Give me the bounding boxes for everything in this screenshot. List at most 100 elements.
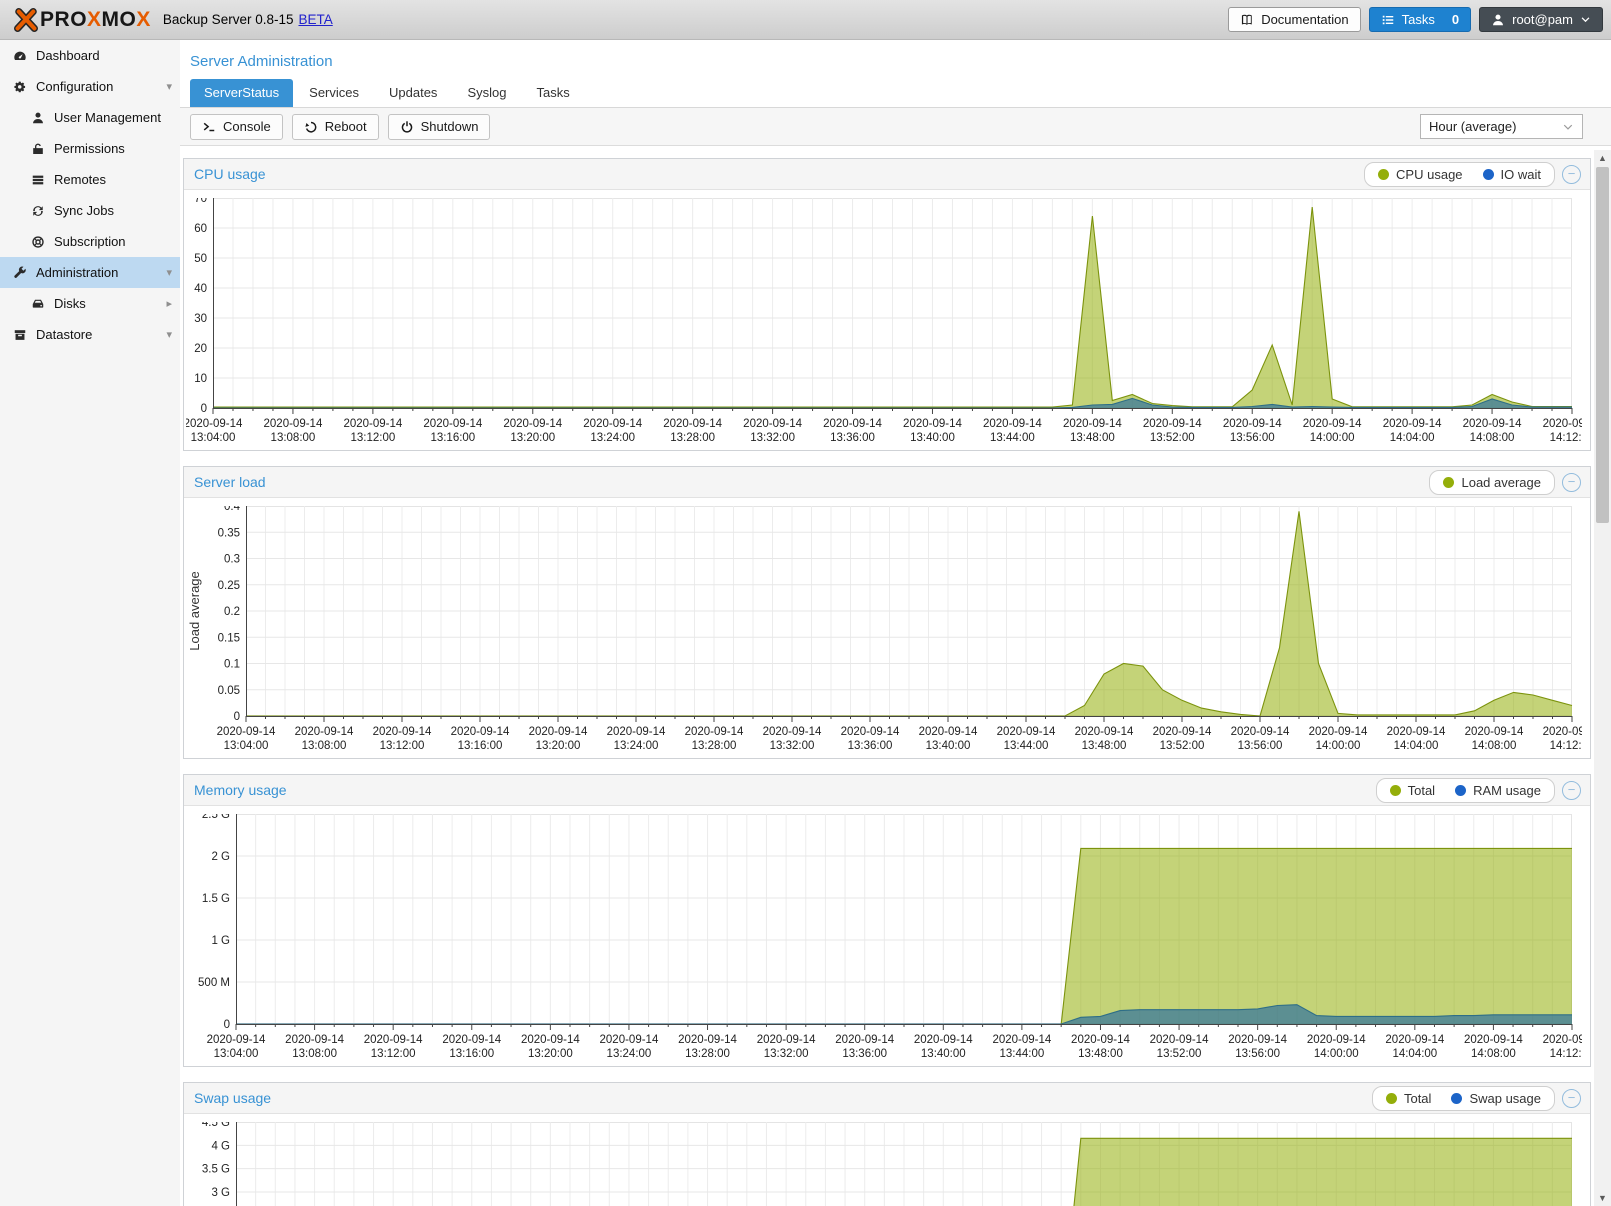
svg-text:2020-09-14: 2020-09-14 [1228, 1034, 1287, 1046]
legend-item[interactable]: CPU usage [1378, 167, 1462, 182]
tab-tasks[interactable]: Tasks [522, 79, 583, 107]
sidebar-item-permissions[interactable]: Permissions [0, 133, 180, 164]
sidebar-item-administration[interactable]: Administration ▾ [0, 257, 180, 288]
svg-text:2020-09-14: 2020-09-14 [264, 418, 323, 430]
svg-text:2020-09-14: 2020-09-14 [1543, 1034, 1582, 1046]
svg-text:2020-09-14: 2020-09-14 [217, 726, 276, 738]
panel-header: CPU usage CPU usage IO wait − [184, 159, 1590, 190]
legend-dot [1378, 169, 1389, 180]
sidebar-item-label: Sync Jobs [54, 203, 172, 218]
svg-text:2020-09-14: 2020-09-14 [1543, 726, 1582, 738]
shutdown-button[interactable]: Shutdown [388, 114, 491, 140]
svg-text:13:48:00: 13:48:00 [1070, 432, 1115, 444]
svg-text:2020-09-14: 2020-09-14 [914, 1034, 973, 1046]
svg-text:2020-09-14: 2020-09-14 [364, 1034, 423, 1046]
timeframe-select[interactable]: Hour (average) [1420, 114, 1583, 139]
svg-text:2020-09-14: 2020-09-14 [1223, 418, 1282, 430]
svg-text:2020-09-14: 2020-09-14 [600, 1034, 659, 1046]
svg-text:2020-09-14: 2020-09-14 [1383, 418, 1442, 430]
svg-text:13:04:00: 13:04:00 [224, 740, 269, 752]
user-menu-button[interactable]: root@pam [1479, 7, 1603, 32]
legend-item[interactable]: Total [1386, 1091, 1431, 1106]
legend-dot [1451, 1093, 1462, 1104]
svg-text:2020-09-14: 2020-09-14 [503, 418, 562, 430]
svg-text:2020-09-14: 2020-09-14 [1543, 418, 1582, 430]
sidebar-item-sync-jobs[interactable]: Sync Jobs [0, 195, 180, 226]
svg-text:500 M: 500 M [198, 977, 230, 989]
unlock-icon [31, 142, 45, 156]
svg-text:30: 30 [194, 313, 207, 325]
svg-text:13:20:00: 13:20:00 [536, 740, 581, 752]
svg-text:13:48:00: 13:48:00 [1078, 1048, 1123, 1060]
sidebar-item-label: Configuration [36, 79, 157, 94]
documentation-button[interactable]: Documentation [1228, 7, 1360, 32]
tab-serverstatus[interactable]: ServerStatus [190, 79, 293, 107]
collapse-panel-icon[interactable]: − [1562, 1089, 1581, 1108]
scroll-down-arrow[interactable]: ▼ [1594, 1190, 1611, 1206]
tasks-count-badge: 0 [1452, 12, 1459, 27]
svg-text:13:16:00: 13:16:00 [449, 1048, 494, 1060]
sidebar-item-datastore[interactable]: Datastore ▾ [0, 319, 180, 350]
sidebar-item-remotes[interactable]: Remotes [0, 164, 180, 195]
scrollbar-thumb[interactable] [1596, 167, 1609, 523]
legend-item[interactable]: IO wait [1483, 167, 1541, 182]
svg-text:13:52:00: 13:52:00 [1150, 432, 1195, 444]
gears-icon [13, 80, 27, 94]
svg-text:2020-09-14: 2020-09-14 [1231, 726, 1290, 738]
legend-label: Total [1404, 1091, 1431, 1106]
legend-dot [1386, 1093, 1397, 1104]
svg-text:2020-09-14: 2020-09-14 [186, 418, 243, 430]
svg-text:14:04:00: 14:04:00 [1394, 740, 1439, 752]
reboot-button[interactable]: Reboot [292, 114, 379, 140]
svg-text:2020-09-14: 2020-09-14 [207, 1034, 266, 1046]
sidebar-item-dashboard[interactable]: Dashboard [0, 40, 180, 71]
collapse-panel-icon[interactable]: − [1562, 165, 1581, 184]
sidebar: Dashboard Configuration ▾ User Managemen… [0, 40, 180, 1206]
svg-text:14:08:00: 14:08:00 [1471, 1048, 1516, 1060]
caret-down-icon: ▾ [166, 328, 172, 341]
cpu-usage-panel: CPU usage CPU usageIO wait − 70605040302… [183, 158, 1591, 451]
legend-item[interactable]: Total [1390, 783, 1435, 798]
sidebar-item-subscription[interactable]: Subscription [0, 226, 180, 257]
tasks-button[interactable]: Tasks 0 [1369, 7, 1471, 32]
svg-text:13:24:00: 13:24:00 [614, 740, 659, 752]
user-label: root@pam [1512, 12, 1573, 27]
svg-text:13:36:00: 13:36:00 [848, 740, 893, 752]
collapse-panel-icon[interactable]: − [1562, 781, 1581, 800]
sidebar-item-user-management[interactable]: User Management [0, 102, 180, 133]
panel-title: CPU usage [184, 166, 1364, 182]
chart-svg: 0.40.350.30.250.20.150.10.050Load averag… [186, 506, 1582, 756]
tab-services[interactable]: Services [295, 79, 373, 107]
legend-item[interactable]: Load average [1443, 475, 1541, 490]
beta-link[interactable]: BETA [298, 12, 332, 27]
vertical-scrollbar[interactable]: ▲ ▼ [1594, 150, 1611, 1206]
collapse-panel-icon[interactable]: − [1562, 473, 1581, 492]
svg-text:0.35: 0.35 [218, 527, 240, 539]
sidebar-item-disks[interactable]: Disks ▸ [0, 288, 180, 319]
svg-text:0: 0 [224, 1019, 230, 1031]
sidebar-item-configuration[interactable]: Configuration ▾ [0, 71, 180, 102]
chart-legend: Total RAM usage [1376, 778, 1555, 803]
svg-text:3 G: 3 G [211, 1187, 230, 1199]
svg-text:2020-09-14: 2020-09-14 [295, 726, 354, 738]
svg-text:Load average: Load average [187, 571, 202, 651]
legend-item[interactable]: RAM usage [1455, 783, 1541, 798]
svg-text:2020-09-14: 2020-09-14 [835, 1034, 894, 1046]
svg-text:1 G: 1 G [211, 935, 230, 947]
svg-text:2 G: 2 G [211, 851, 230, 863]
svg-text:13:16:00: 13:16:00 [458, 740, 503, 752]
swap-usage-panel: Swap usage TotalSwap usage − 4.5 G4 G3.5… [183, 1082, 1591, 1206]
svg-text:2020-09-14: 2020-09-14 [903, 418, 962, 430]
svg-text:13:44:00: 13:44:00 [990, 432, 1035, 444]
svg-text:13:44:00: 13:44:00 [1004, 740, 1049, 752]
tab-updates[interactable]: Updates [375, 79, 451, 107]
scroll-up-arrow[interactable]: ▲ [1594, 150, 1611, 166]
svg-text:2020-09-14: 2020-09-14 [1071, 1034, 1130, 1046]
legend-label: Total [1408, 783, 1435, 798]
tab-syslog[interactable]: Syslog [453, 79, 520, 107]
panel-title: Swap usage [184, 1090, 1372, 1106]
panel-header: Server load Load average − [184, 467, 1590, 498]
console-button[interactable]: Console [190, 114, 283, 140]
legend-item[interactable]: Swap usage [1451, 1091, 1541, 1106]
svg-text:2020-09-14: 2020-09-14 [678, 1034, 737, 1046]
